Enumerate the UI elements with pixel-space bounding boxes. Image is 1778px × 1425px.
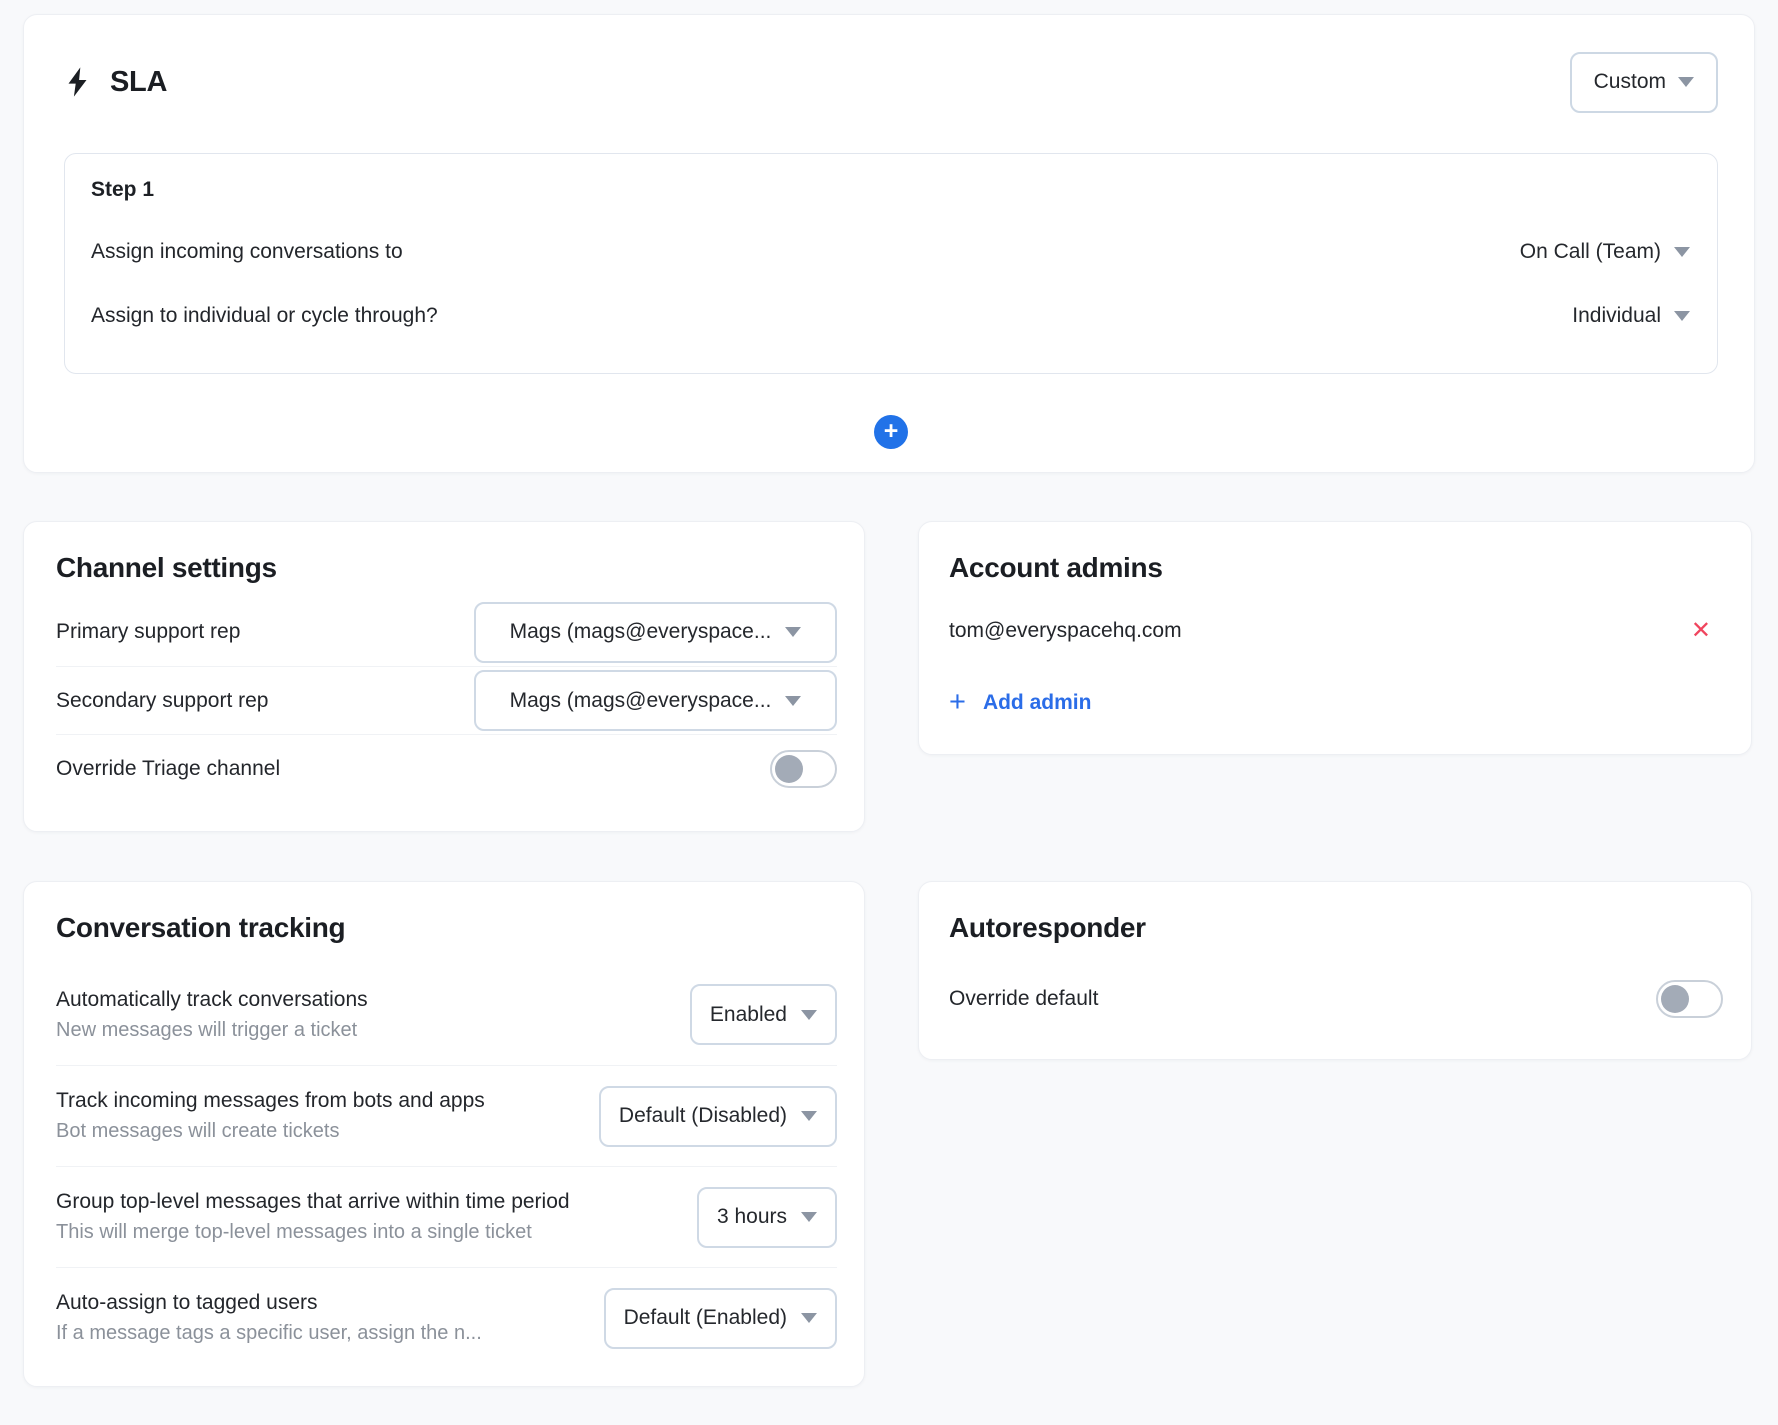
group-messages-description: This will merge top-level messages into … — [56, 1221, 532, 1243]
assign-individual-label: Assign to individual or cycle through? — [91, 304, 438, 327]
auto-track-row: Automatically track conversations New me… — [56, 964, 837, 1065]
auto-assign-row: Auto-assign to tagged users If a message… — [56, 1267, 837, 1368]
conversation-tracking-title: Conversation tracking — [56, 912, 346, 943]
override-triage-row: Override Triage channel — [56, 734, 837, 802]
channel-settings-card: Channel settings Primary support rep Mag… — [23, 521, 865, 832]
group-messages-dropdown[interactable]: 3 hours — [696, 1186, 837, 1248]
assign-conversations-dropdown[interactable]: On Call (Team) — [1520, 240, 1690, 264]
channel-settings-title: Channel settings — [56, 552, 277, 583]
secondary-rep-label: Secondary support rep — [56, 688, 269, 712]
group-messages-label: Group top-level messages that arrive wit… — [56, 1190, 570, 1213]
auto-track-dropdown[interactable]: Enabled — [689, 984, 837, 1045]
secondary-rep-value: Mags (mags@everyspace... — [509, 688, 772, 712]
primary-rep-value: Mags (mags@everyspace... — [509, 620, 772, 643]
bot-messages-text: Track incoming messages from bots and ap… — [56, 1089, 485, 1143]
add-admin-button[interactable]: + Add admin — [949, 688, 1091, 717]
assign-individual-row: Assign to individual or cycle through? I… — [91, 296, 1690, 336]
assign-conversations-row: Assign incoming conversations to On Call… — [91, 232, 1690, 272]
primary-rep-row: Primary support rep Mags (mags@everyspac… — [56, 598, 837, 666]
auto-assign-value: Default (Enabled) — [623, 1306, 787, 1329]
bot-messages-label: Track incoming messages from bots and ap… — [56, 1089, 485, 1112]
override-triage-label: Override Triage channel — [56, 756, 281, 780]
add-step-wrap: + — [64, 415, 1718, 449]
chevron-down-icon — [1674, 311, 1690, 321]
remove-admin-button[interactable]: ✕ — [1691, 619, 1711, 643]
account-admins-card: Account admins tom@everyspacehq.com ✕ + … — [918, 521, 1752, 755]
bot-messages-description: Bot messages will create tickets — [56, 1120, 340, 1142]
add-step-button[interactable]: + — [874, 415, 908, 449]
group-messages-row: Group top-level messages that arrive wit… — [56, 1166, 837, 1267]
chevron-down-icon — [1674, 247, 1690, 257]
override-default-label: Override default — [949, 987, 1099, 1010]
assign-individual-value: Individual — [1572, 304, 1661, 327]
group-messages-value: 3 hours — [716, 1205, 787, 1228]
auto-assign-description: If a message tags a specific user, assig… — [56, 1322, 482, 1344]
chevron-down-icon — [801, 1212, 817, 1222]
primary-rep-label: Primary support rep — [56, 620, 241, 643]
secondary-rep-row: Secondary support rep Mags (mags@everysp… — [56, 666, 837, 734]
sla-card: SLA Custom Step 1 Assign incoming conver… — [23, 14, 1755, 473]
chevron-down-icon — [801, 1111, 817, 1121]
assign-conversations-value: On Call (Team) — [1519, 240, 1661, 263]
admin-email: tom@everyspacehq.com — [949, 619, 1182, 642]
sla-header: SLA Custom — [64, 51, 1718, 113]
auto-assign-text: Auto-assign to tagged users If a message… — [56, 1291, 482, 1345]
primary-rep-dropdown[interactable]: Mags (mags@everyspace... — [474, 601, 837, 663]
assign-individual-dropdown[interactable]: Individual — [1572, 304, 1690, 328]
settings-grid: Channel settings Primary support rep Mag… — [23, 521, 1755, 1387]
toggle-knob — [775, 754, 803, 783]
chevron-down-icon — [801, 1313, 817, 1323]
step-title: Step 1 — [91, 178, 155, 201]
secondary-rep-dropdown[interactable]: Mags (mags@everyspace... — [474, 670, 837, 731]
lightning-icon — [64, 66, 91, 98]
chevron-down-icon — [801, 1009, 817, 1020]
sla-card-title: SLA — [110, 65, 168, 98]
chevron-down-icon — [785, 627, 802, 637]
auto-track-text: Automatically track conversations New me… — [56, 988, 368, 1042]
bot-messages-value: Default (Disabled) — [618, 1104, 787, 1127]
group-messages-text: Group top-level messages that arrive wit… — [56, 1190, 570, 1244]
auto-track-value: Enabled — [709, 1002, 787, 1026]
override-triage-toggle[interactable] — [770, 749, 837, 788]
sla-step-card: Step 1 Assign incoming conversations to … — [64, 153, 1718, 374]
add-admin-label: Add admin — [982, 690, 1092, 714]
sla-title-group: SLA — [64, 66, 167, 99]
sla-preset-dropdown[interactable]: Custom — [1569, 51, 1718, 113]
chevron-down-icon — [1678, 77, 1694, 87]
close-icon: ✕ — [1690, 617, 1711, 644]
chevron-down-icon — [785, 695, 802, 706]
settings-page: SLA Custom Step 1 Assign incoming conver… — [0, 0, 1778, 1387]
auto-assign-label: Auto-assign to tagged users — [56, 1291, 318, 1314]
toggle-knob — [1661, 985, 1689, 1013]
bot-messages-row: Track incoming messages from bots and ap… — [56, 1065, 837, 1166]
auto-track-description: New messages will trigger a ticket — [56, 1018, 358, 1041]
override-default-row: Override default — [949, 964, 1723, 1034]
autoresponder-card: Autoresponder Override default — [918, 881, 1752, 1060]
sla-preset-value: Custom — [1593, 70, 1666, 93]
assign-conversations-label: Assign incoming conversations to — [91, 240, 403, 263]
auto-track-label: Automatically track conversations — [56, 987, 368, 1011]
account-admins-title: Account admins — [949, 552, 1163, 583]
override-default-toggle[interactable] — [1656, 980, 1723, 1018]
admin-row: tom@everyspacehq.com ✕ — [949, 610, 1711, 652]
auto-assign-dropdown[interactable]: Default (Enabled) — [603, 1287, 837, 1349]
bot-messages-dropdown[interactable]: Default (Disabled) — [598, 1085, 837, 1147]
autoresponder-title: Autoresponder — [949, 912, 1146, 943]
conversation-tracking-card: Conversation tracking Automatically trac… — [23, 881, 865, 1387]
plus-icon: + — [949, 686, 966, 718]
